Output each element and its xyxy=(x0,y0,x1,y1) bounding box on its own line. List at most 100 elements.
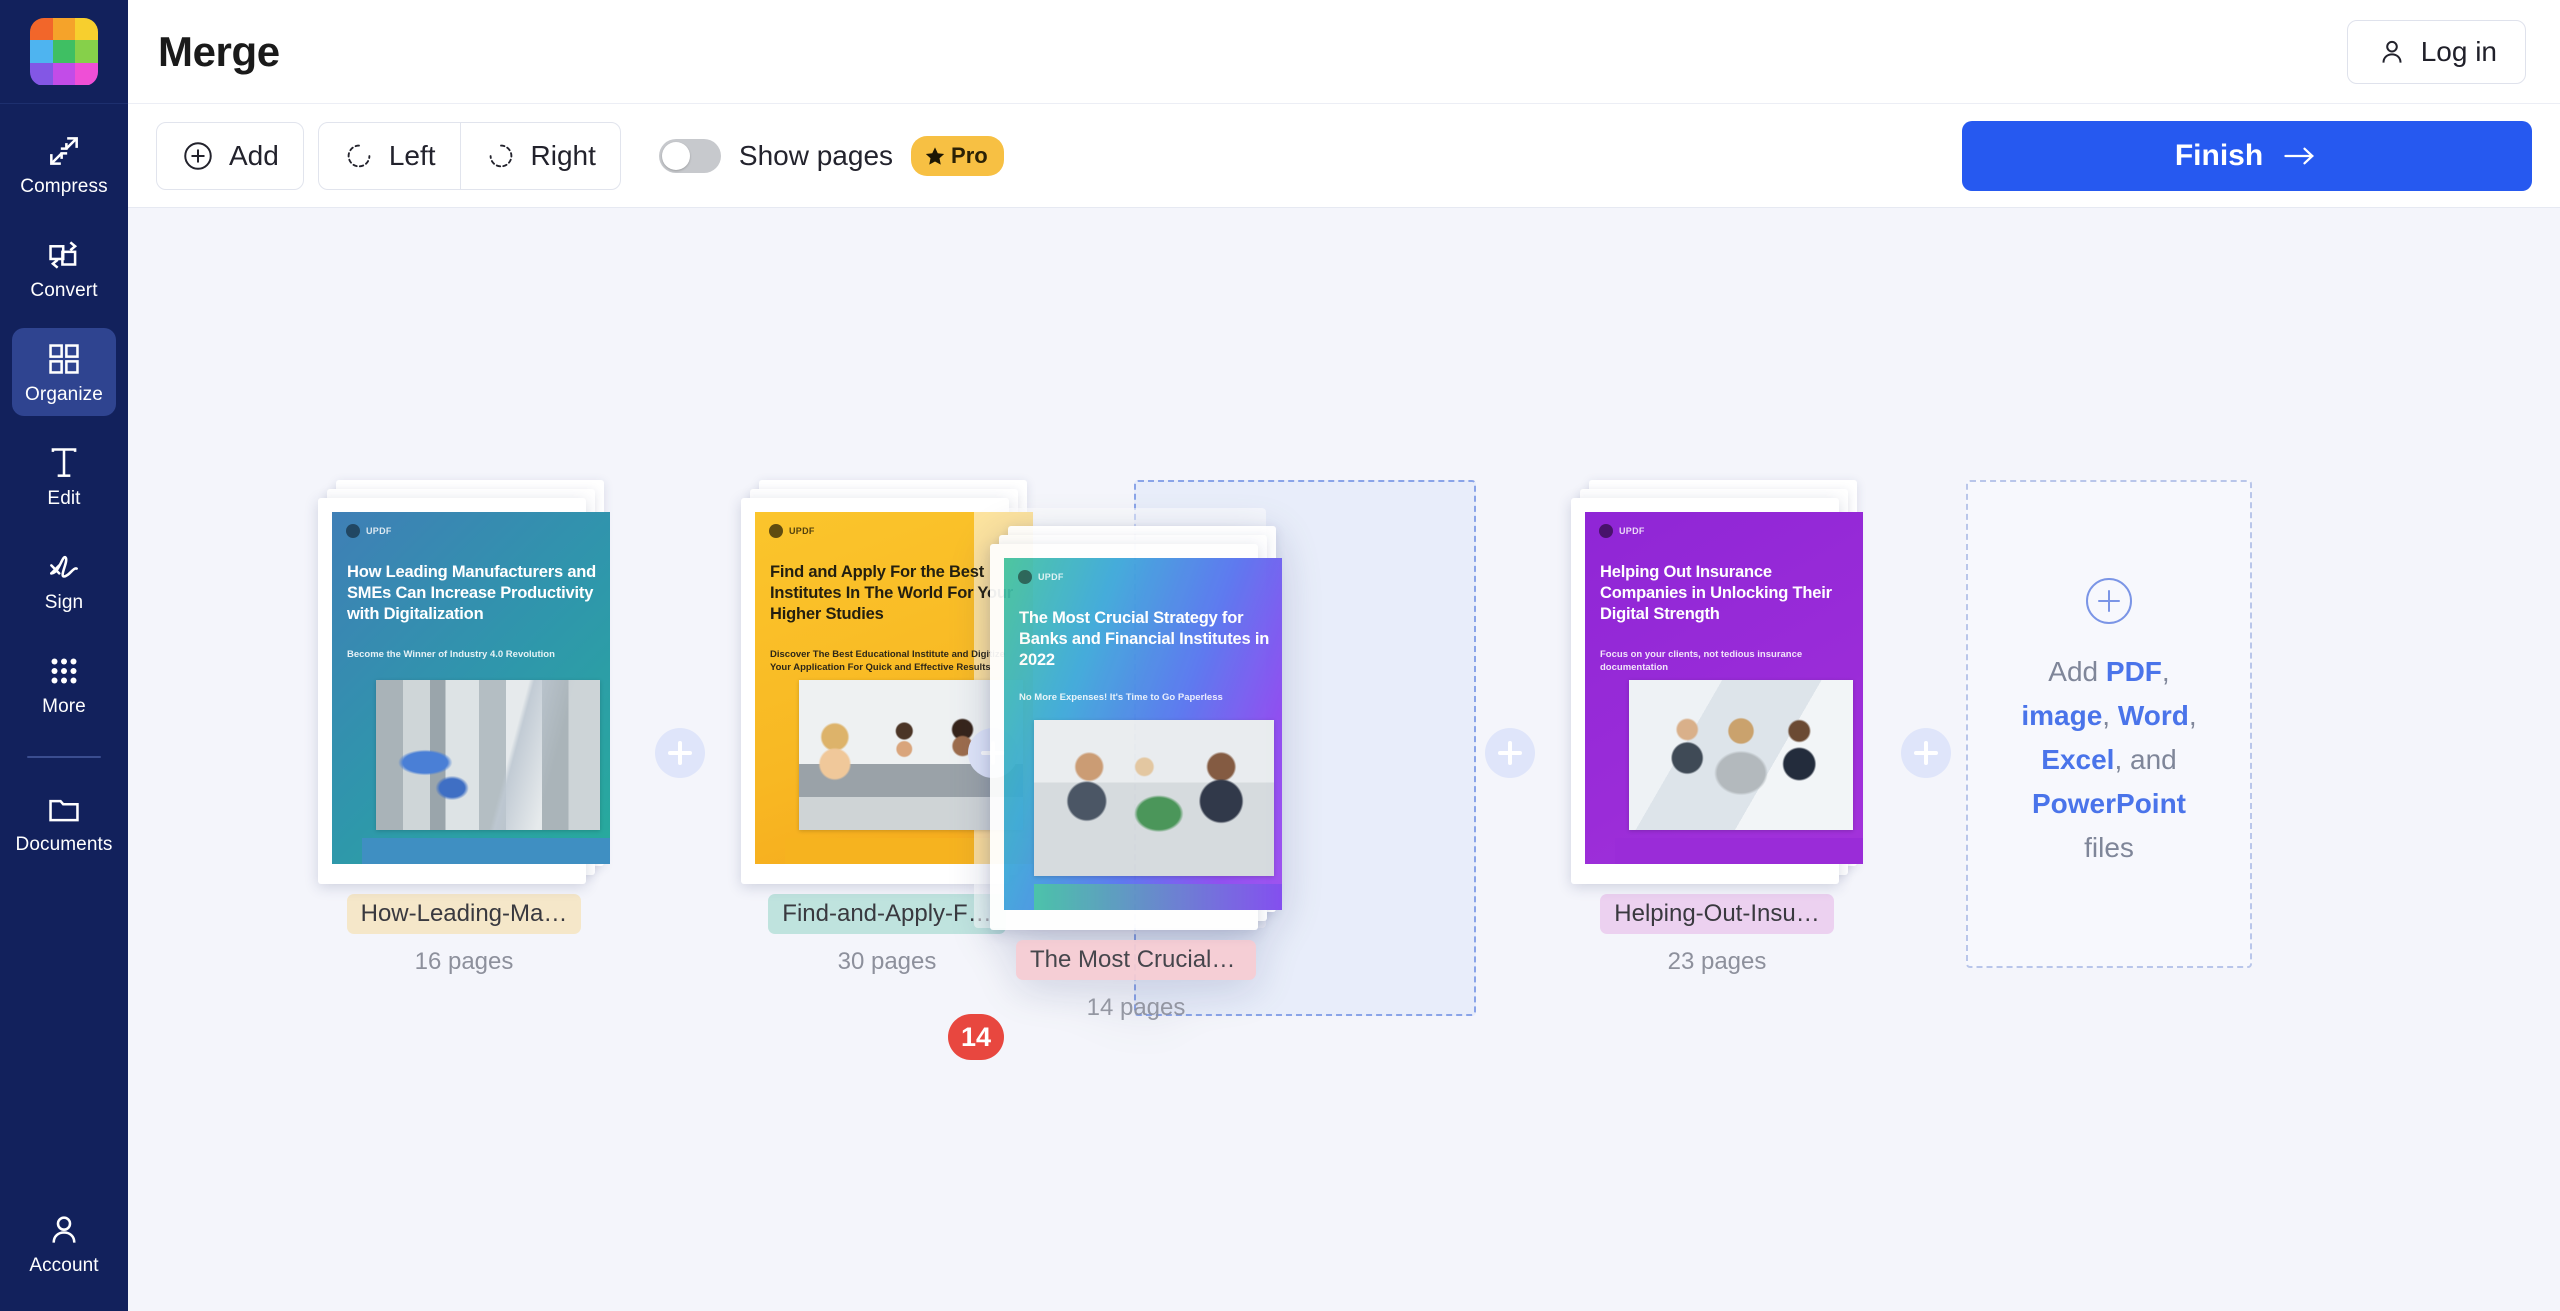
document-cover: UPDF The Most Crucial Strategy for Banks… xyxy=(1004,558,1282,910)
show-pages-control: Show pages Pro xyxy=(658,135,1004,176)
organize-icon xyxy=(49,344,79,374)
compress-icon xyxy=(50,137,78,165)
file-type-image: image xyxy=(2021,700,2103,731)
brand-dot-icon xyxy=(1018,570,1032,584)
add-files-text: Add PDF, image, Word, Excel, and PowerPo… xyxy=(2003,650,2214,870)
page-sheet-front: UPDF How Leading Manufacturers and SMEs … xyxy=(318,498,610,884)
show-pages-label: Show pages xyxy=(738,139,894,171)
document-name-chip[interactable]: Find-and-Apply-F… xyxy=(768,894,1006,934)
brand-name: UPDF xyxy=(789,526,815,536)
rotate-left-button[interactable]: Left xyxy=(317,121,461,190)
rotate-left-label: Left xyxy=(388,139,436,171)
file-type-pdf: PDF xyxy=(2105,656,2162,687)
plus-circle-icon xyxy=(184,141,212,170)
rotate-left-icon xyxy=(347,144,371,167)
rotate-button-group: Left Right xyxy=(317,121,621,190)
sidebar-item-label: More xyxy=(42,696,86,717)
app-logo[interactable] xyxy=(0,0,128,104)
rotate-right-button[interactable]: Right xyxy=(459,121,621,190)
file-type-excel: Excel xyxy=(2041,744,2115,775)
insert-here-button[interactable] xyxy=(1485,728,1535,778)
sidebar-item-edit[interactable]: Edit xyxy=(12,432,116,520)
cover-brand: UPDF xyxy=(1599,524,1645,538)
cover-brand: UPDF xyxy=(1018,570,1064,584)
cover-brand: UPDF xyxy=(769,524,815,538)
main-area: Merge Log in Add Left Right Show pages P… xyxy=(128,0,2560,1311)
add-files-suffix: files xyxy=(2084,832,2134,863)
add-button[interactable]: Add xyxy=(156,121,304,190)
login-button[interactable]: Log in xyxy=(2346,19,2526,84)
cover-photo xyxy=(1629,680,1853,830)
file-type-powerpoint: PowerPoint xyxy=(2031,788,2186,819)
star-icon xyxy=(925,146,945,165)
brand-dot-icon xyxy=(1599,524,1613,538)
top-bar: Merge Log in xyxy=(128,0,2560,104)
sidebar-item-label: Edit xyxy=(47,488,81,509)
convert-icon xyxy=(49,241,78,269)
sidebar-item-label: Organize xyxy=(25,384,103,405)
edit-icon xyxy=(51,448,77,477)
cover-photo xyxy=(1034,720,1274,876)
document-name-chip[interactable]: Helping-Out-Insu… xyxy=(1600,894,1834,934)
sidebar-item-organize[interactable]: Organize xyxy=(12,328,116,416)
cover-title: Find and Apply For the Best Institutes I… xyxy=(770,563,1013,623)
document-card[interactable]: UPDF Helping Out Insurance Companies in … xyxy=(1571,480,1863,976)
document-cover: UPDF Helping Out Insurance Companies in … xyxy=(1585,512,1863,864)
rotate-right-label: Right xyxy=(530,139,596,171)
sidebar-item-label: Compress xyxy=(20,176,108,197)
document-thumbnail: UPDF Helping Out Insurance Companies in … xyxy=(1571,480,1863,884)
sidebar-item-compress[interactable]: Compress xyxy=(12,120,116,208)
plus-circle-icon xyxy=(2086,578,2132,624)
document-thumbnail: UPDF How Leading Manufacturers and SMEs … xyxy=(318,480,610,884)
add-files-dropzone[interactable]: Add PDF, image, Word, Excel, and PowerPo… xyxy=(1966,480,2252,968)
cover-subtitle: Focus on your clients, not tedious insur… xyxy=(1600,649,1803,673)
dragged-document-card[interactable]: UPDF The Most Crucial Strategy for Banks… xyxy=(990,526,1282,1022)
drag-page-count-badge: 14 xyxy=(948,1014,1004,1060)
sidebar-item-sign[interactable]: Sign xyxy=(12,536,116,624)
finish-button[interactable]: Finish xyxy=(1962,120,2532,191)
add-files-prefix: Add xyxy=(2048,656,2106,687)
cover-title: How Leading Manufacturers and SMEs Can I… xyxy=(347,563,597,623)
document-thumbnail: UPDF The Most Crucial Strategy for Banks… xyxy=(990,526,1282,930)
folder-icon xyxy=(49,799,79,822)
document-name-chip[interactable]: How-Leading-Ma… xyxy=(346,894,582,934)
sidebar-item-label: Documents xyxy=(15,834,113,855)
pro-badge[interactable]: Pro xyxy=(911,135,1004,176)
add-label: Add xyxy=(229,139,279,171)
insert-here-button[interactable] xyxy=(1901,728,1951,778)
cover-footer-band xyxy=(362,838,610,864)
cover-title: The Most Crucial Strategy for Banks and … xyxy=(1019,609,1270,669)
sidebar-account-label: Account xyxy=(29,1255,99,1276)
cover-subtitle: Discover The Best Educational Institute … xyxy=(770,649,1005,673)
sep: , and xyxy=(2114,744,2177,775)
sep: , xyxy=(2161,656,2170,687)
file-type-word: Word xyxy=(2117,700,2189,731)
app-root: Compress Convert Organize Edit Sign More… xyxy=(0,0,2560,1311)
cover-subtitle: No More Expenses! It's Time to Go Paperl… xyxy=(1019,692,1223,703)
brand-name: UPDF xyxy=(1619,526,1645,536)
cover-brand: UPDF xyxy=(346,524,392,538)
document-name-chip[interactable]: The Most Crucial … xyxy=(1016,940,1256,980)
insert-here-button[interactable] xyxy=(655,728,705,778)
brand-dot-icon xyxy=(346,524,360,538)
sidebar-item-account[interactable]: Account xyxy=(12,1211,116,1277)
pro-badge-label: Pro xyxy=(951,142,988,168)
document-page-count: 14 pages xyxy=(1086,994,1186,1021)
rotate-right-icon xyxy=(489,144,512,167)
cover-title: Helping Out Insurance Companies in Unloc… xyxy=(1600,563,1832,623)
sidebar-item-convert[interactable]: Convert xyxy=(12,224,116,312)
sep: , xyxy=(2102,700,2118,731)
toggle-knob xyxy=(661,141,690,170)
document-card[interactable]: UPDF How Leading Manufacturers and SMEs … xyxy=(318,480,610,976)
user-icon xyxy=(2382,40,2402,63)
cover-photo xyxy=(376,680,600,830)
sidebar-item-more[interactable]: More xyxy=(12,640,116,728)
brand-dot-icon xyxy=(769,524,783,538)
page-title: Merge xyxy=(158,27,280,75)
page-sheet-front: UPDF Helping Out Insurance Companies in … xyxy=(1571,498,1863,884)
sidebar-item-documents[interactable]: Documents xyxy=(12,778,116,866)
cover-footer-band xyxy=(1034,884,1282,910)
page-sheet-front: UPDF Find and Apply For the Best Institu… xyxy=(741,498,1033,884)
cover-footer-band xyxy=(1615,838,1863,864)
show-pages-toggle[interactable] xyxy=(658,138,721,173)
